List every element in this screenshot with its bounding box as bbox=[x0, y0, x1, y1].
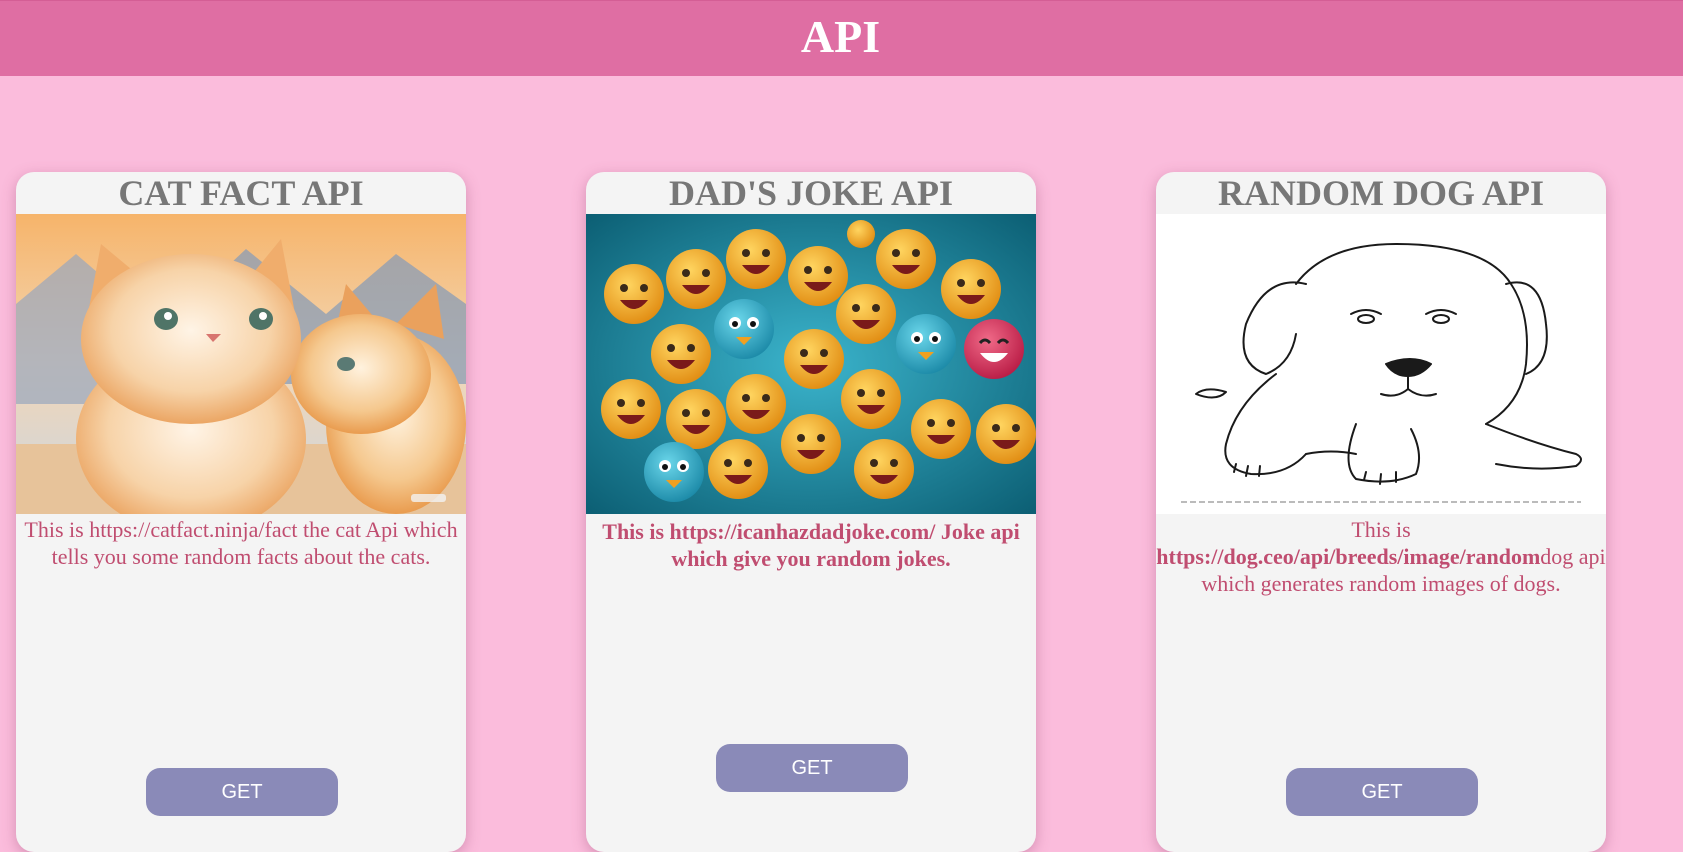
dog-api-url: https://dog.ceo/api/breeds/image/random bbox=[1156, 544, 1541, 569]
card-description: This is https://icanhazdadjoke.com/ Joke… bbox=[602, 519, 1020, 571]
dog-sketch-image bbox=[1156, 214, 1606, 514]
emoji-faces-image bbox=[586, 214, 1036, 514]
dad-joke-card: DAD'S JOKE API This is https://icanhazda… bbox=[586, 172, 1036, 852]
card-title: RANDOM DOG API bbox=[1218, 173, 1544, 213]
kittens-image bbox=[16, 214, 466, 514]
cat-get-button[interactable]: GET bbox=[146, 768, 338, 816]
card-title: CAT FACT API bbox=[118, 173, 364, 213]
header-bar: API bbox=[0, 0, 1683, 76]
card-title: DAD'S JOKE API bbox=[668, 173, 954, 213]
card-description: This is https://dog.ceo/api/breeds/image… bbox=[1156, 516, 1606, 597]
dad-joke-get-button[interactable]: GET bbox=[716, 744, 908, 792]
desc-prefix: This is bbox=[1351, 517, 1411, 542]
card-description: This is https://catfact.ninja/fact the c… bbox=[24, 517, 458, 569]
random-dog-card: RANDOM DOG API This is https://dog.ceo/a… bbox=[1156, 172, 1606, 852]
dog-get-button[interactable]: GET bbox=[1286, 768, 1478, 816]
page-title: API bbox=[800, 11, 881, 62]
cat-fact-card: CAT FACT API This is https://catfact.nin… bbox=[16, 172, 466, 852]
